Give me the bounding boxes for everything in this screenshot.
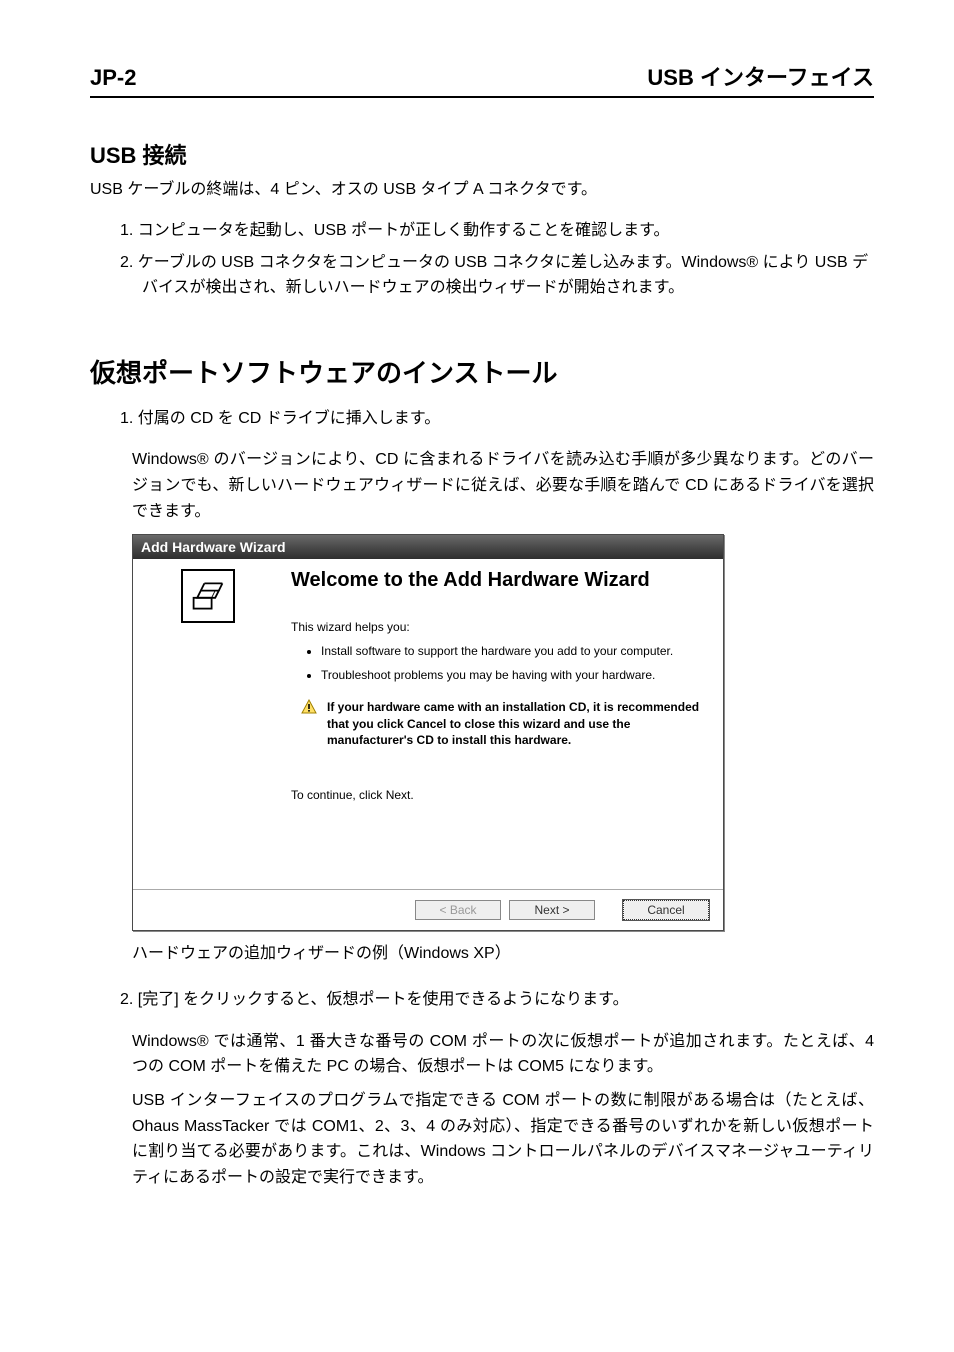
step1-details: Windows® のバージョンにより、CD に含まれるドライバを読み込む手順が多… <box>132 447 874 524</box>
usb-intro-text: USB ケーブルの終端は、4 ピン、オスの USB タイプ A コネクタです。 <box>90 178 874 202</box>
wizard-content: Welcome to the Add Hardware Wizard This … <box>283 559 723 889</box>
hardware-icon <box>181 569 235 623</box>
wizard-bullet-list: Install software to support the hardware… <box>291 644 703 683</box>
section-usb-title: USB 接続 <box>90 138 874 170</box>
page-header: JP-2 USB インターフェイス <box>90 60 874 98</box>
page-title: USB インターフェイス <box>647 60 874 92</box>
wizard-warning-text: If your hardware came with an installati… <box>327 699 703 748</box>
wizard-warning-row: If your hardware came with an installati… <box>291 699 703 748</box>
wizard-bullet: Install software to support the hardware… <box>321 644 703 660</box>
wizard-caption: ハードウェアの追加ウィザードの例（Windows XP） <box>132 939 874 963</box>
virtualport-steps-list: 1. 付属の CD を CD ドライブに挿入します。 <box>90 406 874 432</box>
wizard-titlebar: Add Hardware Wizard <box>133 535 723 559</box>
button-spacer <box>603 900 615 920</box>
cancel-button[interactable]: Cancel <box>623 900 709 920</box>
list-item: 1. コンピュータを起動し、USB ポートが正しく動作することを確認します。 <box>120 218 874 244</box>
list-item: 1. 付属の CD を CD ドライブに挿入します。 <box>120 406 874 432</box>
next-button[interactable]: Next > <box>509 900 595 920</box>
add-hardware-wizard-window: Add Hardware Wizard <box>132 534 724 931</box>
wizard-body: Welcome to the Add Hardware Wizard This … <box>133 559 723 889</box>
warning-icon <box>301 699 317 715</box>
list-item: 2. ケーブルの USB コネクタをコンピュータの USB コネクタに差し込みま… <box>120 250 874 301</box>
wizard-heading: Welcome to the Add Hardware Wizard <box>291 569 703 592</box>
usb-steps-list: 1. コンピュータを起動し、USB ポートが正しく動作することを確認します。 2… <box>90 218 874 301</box>
wizard-helps-text: This wizard helps you: <box>291 620 703 634</box>
section-virtualport-title: 仮想ポートソフトウェアのインストール <box>90 353 874 390</box>
page-number: JP-2 <box>90 65 136 91</box>
back-button[interactable]: < Back <box>415 900 501 920</box>
step2-details-1: Windows® では通常、1 番大きな番号の COM ポートの次に仮想ポートが… <box>132 1029 874 1080</box>
virtualport-step2-list: 2. [完了] をクリックすると、仮想ポートを使用できるようになります。 <box>90 987 874 1013</box>
wizard-continue-text: To continue, click Next. <box>291 788 703 802</box>
wizard-footer: < Back Next > Cancel <box>133 889 723 930</box>
document-page: JP-2 USB インターフェイス USB 接続 USB ケーブルの終端は、4 … <box>0 0 954 1352</box>
step2-details-2: USB インターフェイスのプログラムで指定できる COM ポートの数に制限がある… <box>132 1088 874 1190</box>
wizard-screenshot: Add Hardware Wizard <box>132 534 874 931</box>
wizard-bullet: Troubleshoot problems you may be having … <box>321 668 703 684</box>
wizard-sidebar <box>133 559 283 889</box>
list-item: 2. [完了] をクリックすると、仮想ポートを使用できるようになります。 <box>120 987 874 1013</box>
